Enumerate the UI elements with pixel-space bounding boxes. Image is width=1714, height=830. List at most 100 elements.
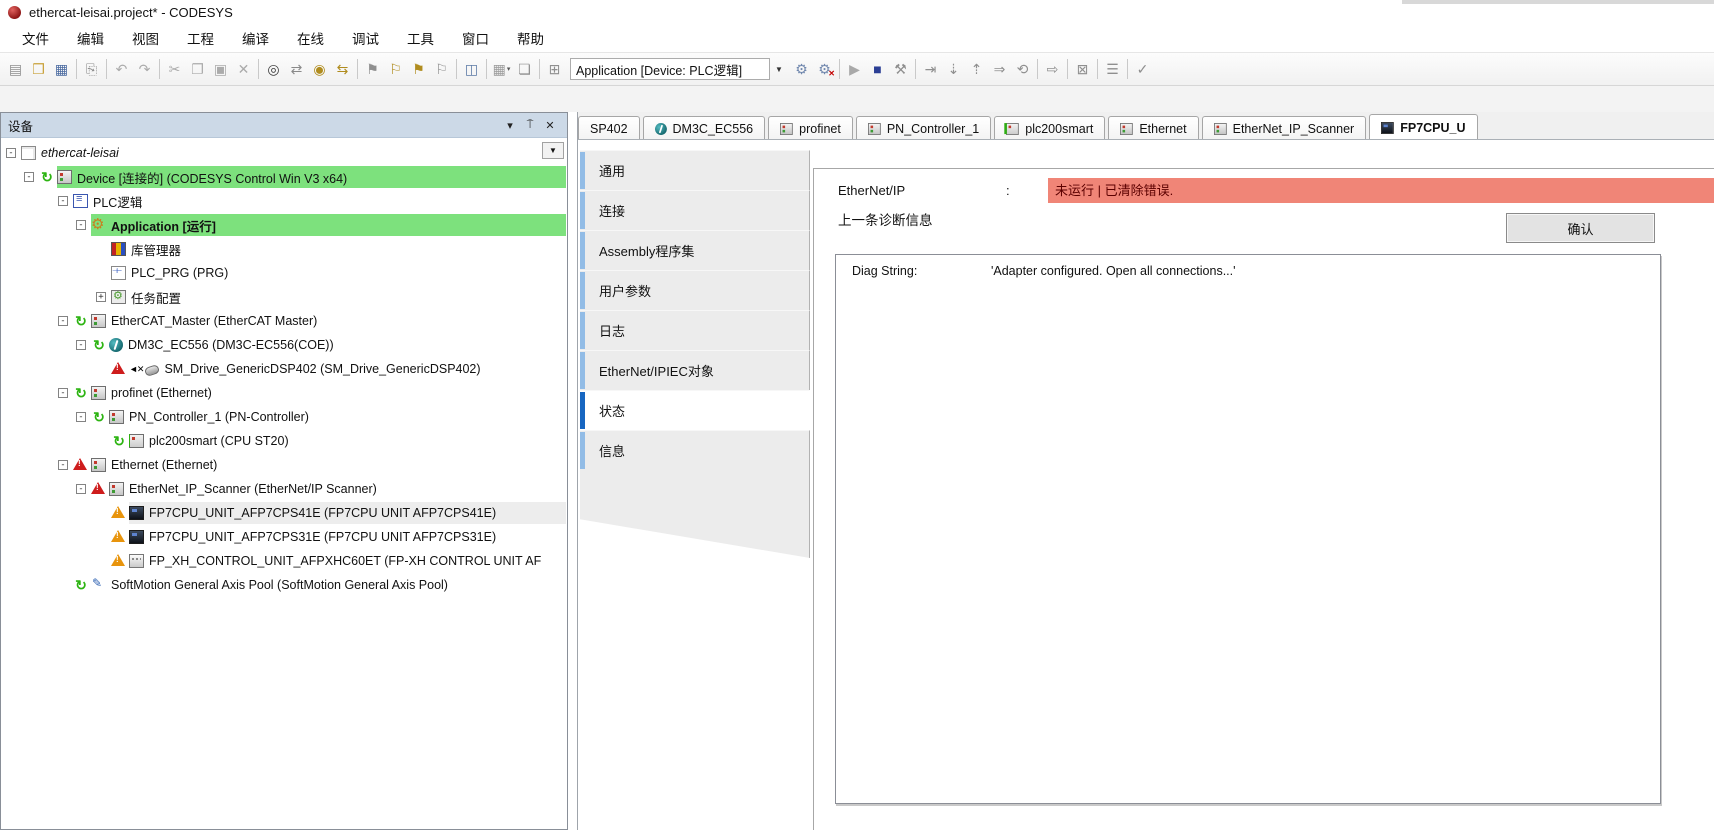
menu-item[interactable]: 文件 — [8, 24, 63, 52]
category-tab[interactable]: 连接 — [580, 190, 810, 230]
toolbar-delete-icon[interactable]: ✕ — [232, 58, 255, 80]
toolbar-run-to-cursor-icon[interactable]: ⇒ — [988, 58, 1011, 80]
toolbar-find-in-files-icon[interactable]: ◉ — [308, 58, 331, 80]
menu-item[interactable]: 帮助 — [503, 24, 558, 52]
toolbar-compare-icon[interactable]: ◫ — [460, 58, 483, 80]
toolbar-new-file-icon[interactable]: ▤ — [4, 58, 27, 80]
chevron-down-icon[interactable]: ▾ — [500, 119, 520, 132]
tree-expander-icon[interactable]: - — [76, 484, 86, 494]
tree-expander-icon[interactable]: - — [76, 340, 86, 350]
toolbar-find-icon[interactable]: ◎ — [262, 58, 285, 80]
toolbar-new-object-icon[interactable]: ❏ — [513, 58, 536, 80]
toolbar-paste-icon[interactable]: ▣ — [209, 58, 232, 80]
toolbar-build-icon[interactable]: ✓ — [1131, 58, 1154, 80]
toolbar-stop-icon[interactable]: ■ — [866, 58, 889, 80]
close-icon[interactable]: ✕ — [540, 119, 560, 132]
toolbar-reset-warm-icon[interactable]: ⟲ — [1011, 58, 1034, 80]
toolbar-single-cycle-icon[interactable]: ⚒ — [889, 58, 912, 80]
toolbar-bookmark-toggle-icon[interactable]: ⚑ — [361, 58, 384, 80]
doc-tab[interactable]: plc200smart — [994, 116, 1105, 140]
menu-item[interactable]: 窗口 — [448, 24, 503, 52]
toolbar-toggle-breakpoint-icon[interactable]: ⊠ — [1071, 58, 1094, 80]
category-tab[interactable]: 用户参数 — [580, 270, 810, 310]
toolbar-force-values-icon[interactable]: ☰ — [1101, 58, 1124, 80]
tree-row[interactable]: !FP7CPU_UNIT_AFP7CPS31E (FP7CPU UNIT AFP… — [2, 525, 566, 549]
pin-icon[interactable]: ⍑ — [520, 119, 540, 132]
tree-row[interactable]: -Application [运行] — [2, 213, 566, 237]
menu-item[interactable]: 编辑 — [63, 24, 118, 52]
toolbar-next-statement-icon[interactable]: ⇨ — [1041, 58, 1064, 80]
toolbar-device-repository-icon[interactable]: ⊞ — [543, 58, 566, 80]
toolbar-bookmark-clear-icon[interactable]: ⚐ — [430, 58, 453, 80]
tree-row[interactable]: -PLC逻辑 — [2, 189, 566, 213]
appgear-icon — [91, 218, 106, 232]
doc-tab[interactable]: FP7CPU_U — [1369, 114, 1477, 140]
category-tab[interactable]: EtherNet/IPIEC对象 — [580, 350, 810, 390]
tree-row[interactable]: !◄✕SM_Drive_GenericDSP402 (SM_Drive_Gene… — [2, 357, 566, 381]
tree-row[interactable]: -ethercat-leisai — [2, 141, 566, 165]
menu-item[interactable]: 编译 — [228, 24, 283, 52]
toolbar-open-file-icon[interactable]: ❒ — [27, 58, 50, 80]
tree-row[interactable]: -↻profinet (Ethernet) — [2, 381, 566, 405]
tree-expander-icon[interactable]: - — [6, 148, 16, 158]
category-tab[interactable]: 日志 — [580, 310, 810, 350]
tree-row[interactable]: -↻PN_Controller_1 (PN-Controller) — [2, 405, 566, 429]
toolbar-start-icon[interactable]: ▶ — [843, 58, 866, 80]
toolbar-print-icon[interactable]: ⎘ — [80, 58, 103, 80]
tree-expander-icon[interactable]: - — [58, 460, 68, 470]
doc-tab[interactable]: PN_Controller_1 — [856, 116, 991, 140]
toolbar-undo-icon[interactable]: ↶ — [110, 58, 133, 80]
tree-expander-icon[interactable]: - — [76, 220, 86, 230]
toolbar-replace-in-files-icon[interactable]: ⇆ — [331, 58, 354, 80]
doc-tab[interactable]: EtherNet_IP_Scanner — [1202, 116, 1367, 140]
tree-expander-icon[interactable]: - — [58, 388, 68, 398]
menu-item[interactable]: 视图 — [118, 24, 173, 52]
tree-row[interactable]: -!EtherNet_IP_Scanner (EtherNet/IP Scann… — [2, 477, 566, 501]
doc-tab[interactable]: SP402 — [578, 116, 640, 140]
category-tab[interactable]: Assembly程序集 — [580, 230, 810, 270]
doc-tab[interactable]: profinet — [768, 116, 853, 140]
menu-item[interactable]: 调试 — [338, 24, 393, 52]
toolbar-logout-icon[interactable]: ⚙✕ — [813, 58, 836, 80]
indent-spacer — [2, 561, 96, 562]
doc-tab[interactable]: DM3C_EC556 — [643, 116, 766, 140]
tree-row[interactable]: -↻DM3C_EC556 (DM3C-EC556(COE)) — [2, 333, 566, 357]
tree-expander-icon[interactable]: + — [96, 292, 106, 302]
tree-row[interactable]: !FP_XH_CONTROL_UNIT_AFPXHC60ET (FP-XH CO… — [2, 549, 566, 573]
acknowledge-button[interactable]: 确认 — [1506, 213, 1655, 243]
toolbar-bookmark-prev-icon[interactable]: ⚐ — [384, 58, 407, 80]
toolbar-step-into-icon[interactable]: ⇣ — [942, 58, 965, 80]
toolbar-copy-icon[interactable]: ❐ — [186, 58, 209, 80]
tree-expander-icon[interactable]: - — [24, 172, 34, 182]
doc-tab[interactable]: Ethernet — [1108, 116, 1198, 140]
tree-row[interactable]: PLC_PRG (PRG) — [2, 261, 566, 285]
tree-row[interactable]: ↻SoftMotion General Axis Pool (SoftMotio… — [2, 573, 566, 597]
toolbar-bookmark-next-icon[interactable]: ⚑ — [407, 58, 430, 80]
tree-row[interactable]: ↻plc200smart (CPU ST20) — [2, 429, 566, 453]
category-tab[interactable]: 状态 — [580, 390, 810, 430]
toolbar-cut-icon[interactable]: ✂ — [163, 58, 186, 80]
toolbar-replace-icon[interactable]: ⇄ — [285, 58, 308, 80]
toolbar-redo-icon[interactable]: ↷ — [133, 58, 156, 80]
tree-expander-icon[interactable]: - — [76, 412, 86, 422]
toolbar-step-over-icon[interactable]: ⇥ — [919, 58, 942, 80]
tree-row[interactable]: -!Ethernet (Ethernet) — [2, 453, 566, 477]
tree-row[interactable]: +任务配置 — [2, 285, 566, 309]
menu-item[interactable]: 工具 — [393, 24, 448, 52]
tree-row[interactable]: -↻Device [连接的] (CODESYS Control Win V3 x… — [2, 165, 566, 189]
tree-row[interactable]: !FP7CPU_UNIT_AFP7CPS41E (FP7CPU UNIT AFP… — [2, 501, 566, 525]
menu-item[interactable]: 工程 — [173, 24, 228, 52]
combo-dropdown-icon[interactable]: ▼ — [772, 58, 786, 80]
category-tab[interactable]: 通用 — [580, 150, 810, 190]
toolbar-insert-device-icon[interactable]: ▦▾ — [490, 58, 513, 80]
tree-expander-icon[interactable]: - — [58, 196, 68, 206]
tree-row[interactable]: -↻EtherCAT_Master (EtherCAT Master) — [2, 309, 566, 333]
active-application-combo[interactable]: Application [Device: PLC逻辑] — [570, 58, 770, 80]
menu-item[interactable]: 在线 — [283, 24, 338, 52]
toolbar-login-icon[interactable]: ⚙ — [790, 58, 813, 80]
tree-expander-icon[interactable]: - — [58, 316, 68, 326]
tree-row[interactable]: 库管理器 — [2, 237, 566, 261]
toolbar-save-icon[interactable]: ▦ — [50, 58, 73, 80]
toolbar-step-out-icon[interactable]: ⇡ — [965, 58, 988, 80]
category-tab[interactable]: 信息 — [580, 430, 810, 470]
